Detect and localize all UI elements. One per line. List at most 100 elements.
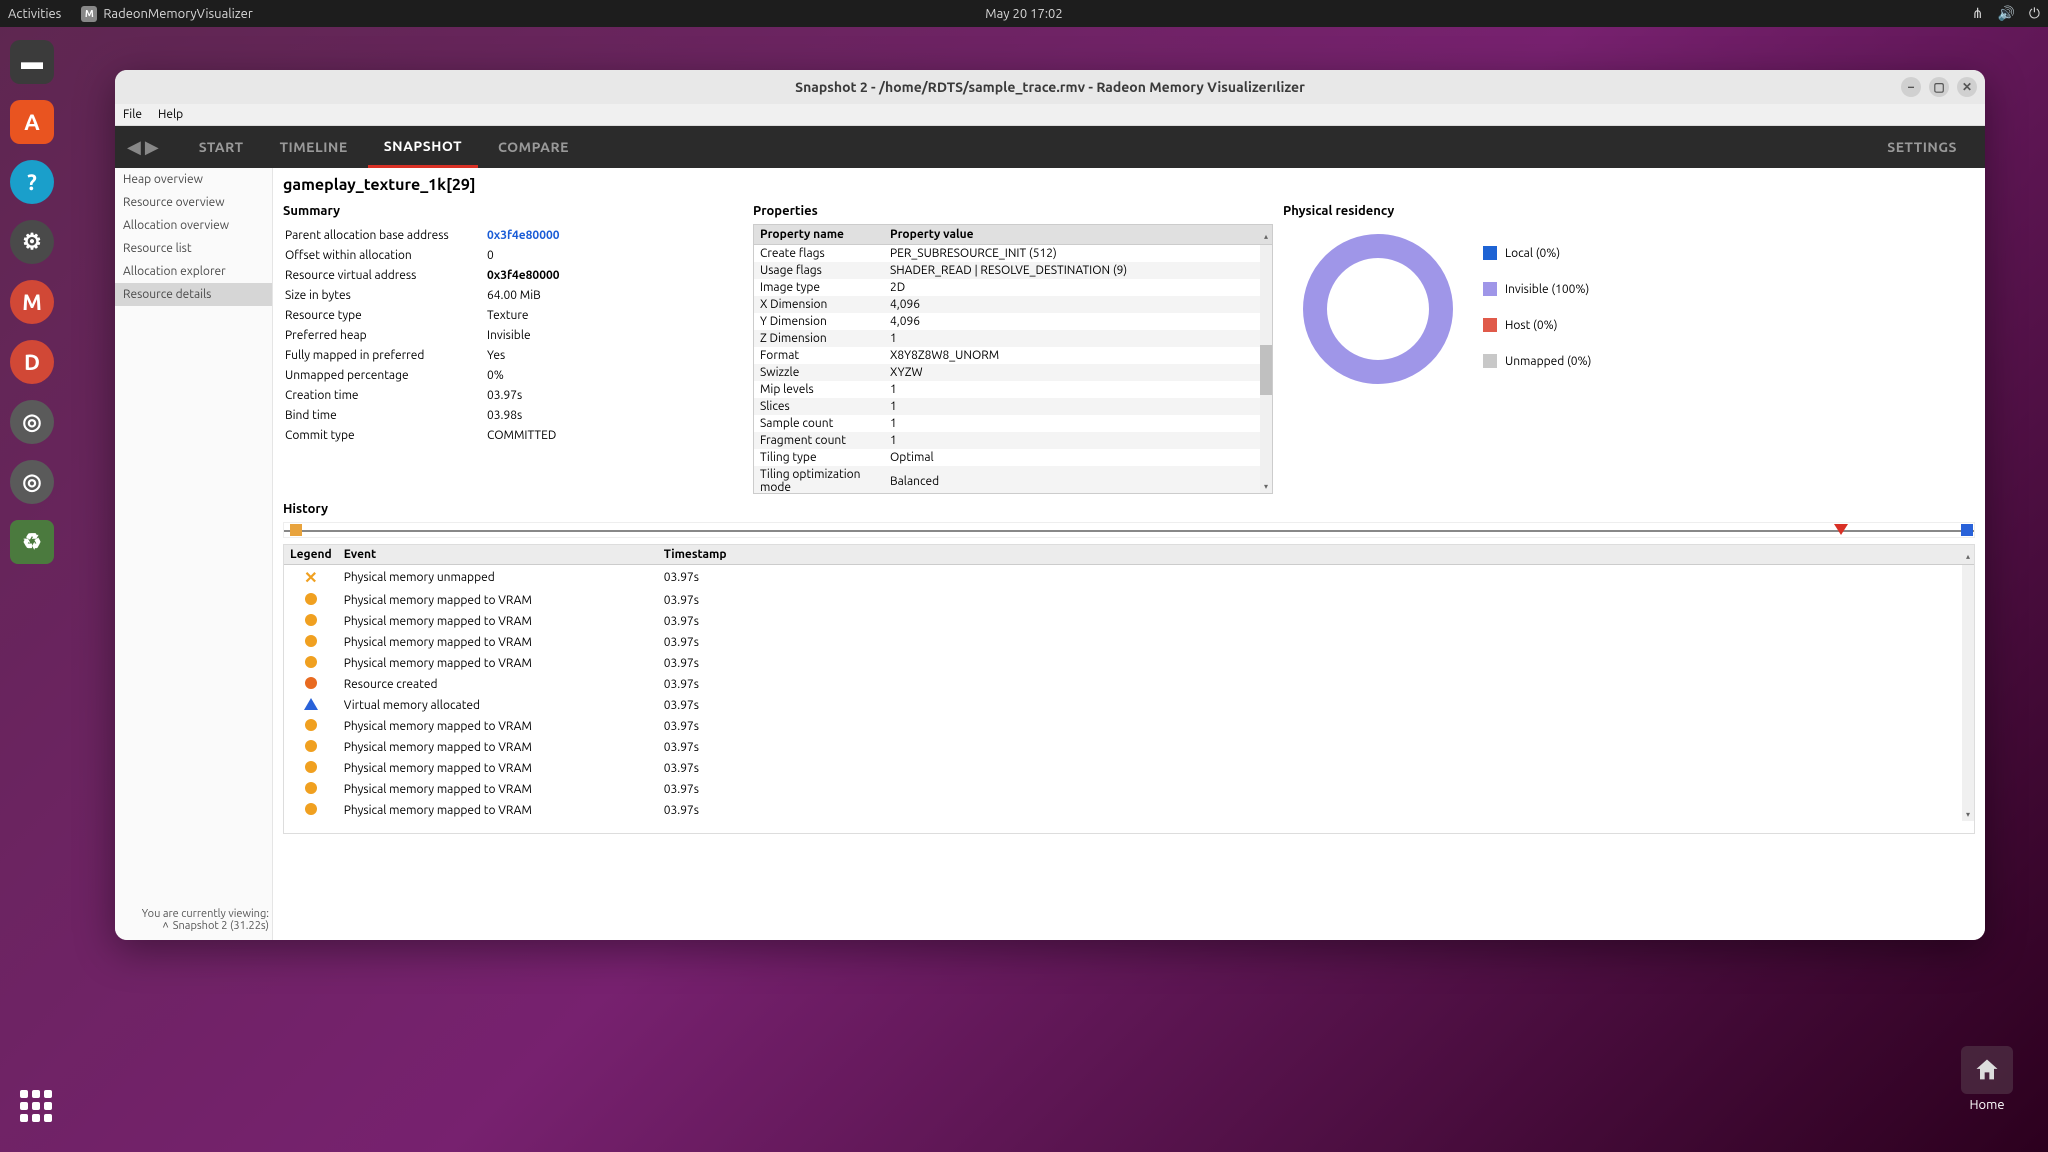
scroll-up-icon[interactable]: ▴ bbox=[1260, 231, 1272, 243]
history-row[interactable]: Resource created03.97s bbox=[284, 674, 1974, 695]
history-row[interactable]: Physical memory mapped to VRAM03.97s bbox=[284, 779, 1974, 800]
home-icon bbox=[1961, 1046, 2013, 1094]
history-row[interactable]: Physical memory mapped to VRAM03.97s bbox=[284, 800, 1974, 821]
property-value: 4,096 bbox=[884, 296, 1272, 313]
mapped-icon bbox=[305, 635, 317, 647]
history-timestamp-header[interactable]: Timestamp bbox=[658, 545, 1792, 565]
property-value: 1 bbox=[884, 330, 1272, 347]
app-indicator[interactable]: M RadeonMemoryVisualizer bbox=[81, 6, 252, 22]
history-row[interactable]: Physical memory mapped to VRAM03.97s bbox=[284, 611, 1974, 632]
history-row[interactable]: Physical memory mapped to VRAM03.97s bbox=[284, 737, 1974, 758]
tab-compare[interactable]: COMPARE bbox=[482, 126, 585, 168]
minimize-button[interactable]: – bbox=[1901, 77, 1921, 97]
timeline-marker-current[interactable] bbox=[1834, 524, 1848, 535]
sidebar-item-resource-details[interactable]: Resource details bbox=[115, 283, 272, 306]
history-timestamp: 03.97s bbox=[658, 695, 1792, 716]
legend-swatch bbox=[1483, 282, 1497, 296]
sidebar-item-resource-list[interactable]: Resource list bbox=[115, 237, 272, 260]
summary-value: 0 bbox=[487, 246, 741, 264]
property-row: Z Dimension1 bbox=[754, 330, 1272, 347]
legend-label: Local (0%) bbox=[1505, 247, 1560, 260]
history-row[interactable]: Physical memory mapped to VRAM03.97s bbox=[284, 632, 1974, 653]
history-scrollbar[interactable]: ▴ ▾ bbox=[1962, 565, 1974, 821]
history-row[interactable]: Physical memory mapped to VRAM03.97s bbox=[284, 758, 1974, 779]
summary-row: Creation time03.97s bbox=[285, 386, 741, 404]
prop-value-header[interactable]: Property value bbox=[884, 225, 1272, 245]
volume-icon[interactable]: 🔊 bbox=[1997, 5, 2014, 22]
network-icon[interactable]: ⋔ bbox=[1972, 5, 1984, 22]
history-event: Physical memory mapped to VRAM bbox=[338, 653, 658, 674]
show-apps-button[interactable] bbox=[20, 1090, 52, 1122]
tab-settings[interactable]: SETTINGS bbox=[1871, 126, 1973, 168]
summary-value[interactable]: 0x3f4e80000 bbox=[487, 226, 741, 244]
timeline-marker-end[interactable] bbox=[1961, 524, 1973, 536]
dock-rmv-icon[interactable]: M bbox=[10, 280, 54, 324]
legend-swatch bbox=[1483, 246, 1497, 260]
scroll-up-icon[interactable]: ▴ bbox=[1962, 551, 1974, 563]
summary-row: Offset within allocation0 bbox=[285, 246, 741, 264]
property-row: Y Dimension4,096 bbox=[754, 313, 1272, 330]
dock-help-icon[interactable]: ? bbox=[10, 160, 54, 204]
close-button[interactable]: ✕ bbox=[1957, 77, 1977, 97]
summary-value: 03.98s bbox=[487, 406, 741, 424]
dock-disk1-icon[interactable]: ◎ bbox=[10, 400, 54, 444]
scroll-down-icon[interactable]: ▾ bbox=[1962, 809, 1974, 821]
tab-snapshot[interactable]: SNAPSHOT bbox=[368, 126, 478, 168]
system-topbar: Activities M RadeonMemoryVisualizer May … bbox=[0, 0, 2048, 27]
history-event: Physical memory mapped to VRAM bbox=[338, 611, 658, 632]
mapped-icon bbox=[305, 656, 317, 668]
history-timestamp: 03.97s bbox=[658, 779, 1792, 800]
legend-item: Host (0%) bbox=[1483, 318, 1591, 332]
history-table: Legend Event Timestamp ✕Physical memory … bbox=[284, 545, 1974, 821]
property-key: Slices bbox=[754, 398, 884, 415]
menu-help[interactable]: Help bbox=[158, 108, 183, 121]
app-name-label: RadeonMemoryVisualizer bbox=[103, 7, 252, 21]
menu-file[interactable]: File bbox=[123, 108, 142, 121]
sidebar-item-allocation-explorer[interactable]: Allocation explorer bbox=[115, 260, 272, 283]
sidebar-item-heap-overview[interactable]: Heap overview bbox=[115, 168, 272, 191]
history-row[interactable]: Virtual memory allocated03.97s bbox=[284, 695, 1974, 716]
history-row[interactable]: Physical memory mapped to VRAM03.97s bbox=[284, 716, 1974, 737]
history-event: Physical memory mapped to VRAM bbox=[338, 758, 658, 779]
sidebar-item-resource-overview[interactable]: Resource overview bbox=[115, 191, 272, 214]
chevron-up-icon[interactable]: ˄ bbox=[162, 920, 168, 932]
dock-app-icon[interactable]: D bbox=[10, 340, 54, 384]
history-row[interactable]: Physical memory mapped to VRAM03.97s bbox=[284, 653, 1974, 674]
desktop-home-folder[interactable]: Home bbox=[1961, 1046, 2013, 1112]
history-timestamp: 03.97s bbox=[658, 758, 1792, 779]
activities-button[interactable]: Activities bbox=[8, 7, 61, 21]
tab-timeline[interactable]: TIMELINE bbox=[264, 126, 364, 168]
dock-software-icon[interactable]: A bbox=[10, 100, 54, 144]
clock[interactable]: May 20 17:02 bbox=[985, 7, 1062, 21]
mapped-icon bbox=[305, 593, 317, 605]
nav-back-icon[interactable]: ◀ bbox=[127, 137, 141, 158]
maximize-button[interactable]: ▢ bbox=[1929, 77, 1949, 97]
prop-name-header[interactable]: Property name bbox=[754, 225, 884, 245]
dock-disk2-icon[interactable]: ◎ bbox=[10, 460, 54, 504]
sidebar-item-allocation-overview[interactable]: Allocation overview bbox=[115, 214, 272, 237]
nav-forward-icon[interactable]: ▶ bbox=[145, 137, 159, 158]
property-value: X8Y8Z8W8_UNORM bbox=[884, 347, 1272, 364]
dock-settings-icon[interactable]: ⚙ bbox=[10, 220, 54, 264]
mapped-icon bbox=[305, 803, 317, 815]
legend-label: Unmapped (0%) bbox=[1505, 355, 1591, 368]
properties-scrollbar[interactable]: ▴ ▾ bbox=[1260, 245, 1272, 493]
scroll-down-icon[interactable]: ▾ bbox=[1260, 481, 1272, 493]
summary-row: Size in bytes64.00 MiB bbox=[285, 286, 741, 304]
timeline-marker-start[interactable] bbox=[290, 524, 302, 536]
property-key: Tiling type bbox=[754, 449, 884, 466]
property-value: 1 bbox=[884, 398, 1272, 415]
history-row[interactable]: Physical memory mapped to VRAM03.97s bbox=[284, 590, 1974, 611]
history-row[interactable]: ✕Physical memory unmapped03.97s bbox=[284, 565, 1974, 591]
property-key: Fragment count bbox=[754, 432, 884, 449]
summary-row: Unmapped percentage0% bbox=[285, 366, 741, 384]
dock-trash-icon[interactable]: ♻ bbox=[10, 520, 54, 564]
tab-start[interactable]: START bbox=[183, 126, 260, 168]
dock-files-icon[interactable]: ▬ bbox=[10, 40, 54, 84]
history-legend-header[interactable]: Legend bbox=[284, 545, 338, 565]
property-value: 1 bbox=[884, 415, 1272, 432]
scroll-thumb[interactable] bbox=[1260, 345, 1272, 395]
history-event-header[interactable]: Event bbox=[338, 545, 658, 565]
history-timeline[interactable] bbox=[283, 522, 1975, 538]
power-icon[interactable]: ⏻ bbox=[2029, 5, 2040, 22]
